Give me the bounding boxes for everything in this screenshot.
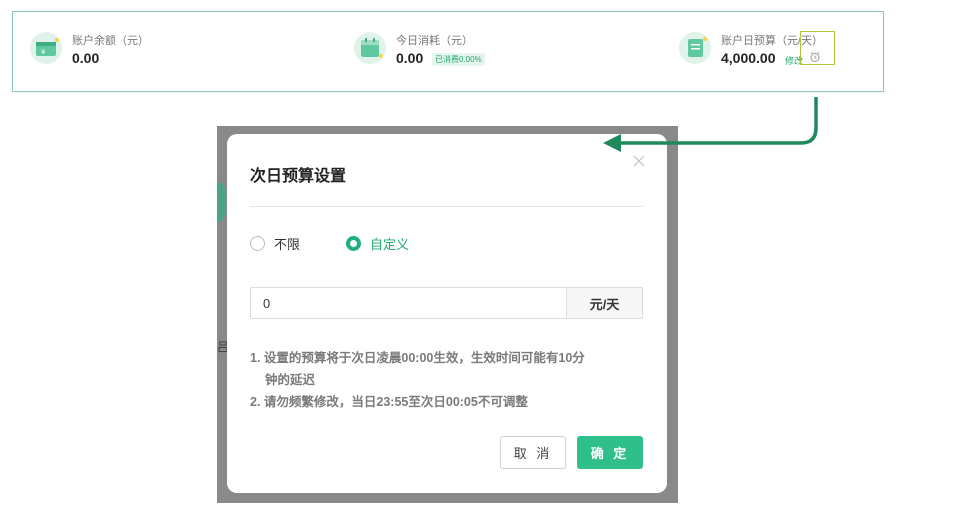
cancel-button[interactable]: 取 消 — [500, 436, 566, 469]
radio-unlimited-circle[interactable] — [250, 235, 265, 251]
dialog-title: 次日预算设置 — [250, 168, 347, 185]
radio-unlimited-label: 不限 — [274, 236, 301, 252]
account-stats-panel: ¥ 账户余额（元） 0.00 今日消耗（元） 0.00 已消费0.00% 账户日… — [12, 11, 884, 92]
budget-input-group: 元/天 — [250, 287, 643, 319]
consumed-percent-badge: 已消费0.00% — [432, 53, 485, 66]
balance-value: 0.00 — [72, 50, 100, 66]
balance-stat: ¥ 账户余额（元） 0.00 — [30, 30, 230, 74]
alarm-clock-icon[interactable] — [809, 51, 821, 63]
close-icon[interactable] — [632, 154, 646, 168]
budget-notes: 1. 设置的预算将于次日凌晨00:00生效，生效时间可能有10分 钟的延迟 2.… — [250, 347, 645, 413]
note-1: 1. 设置的预算将于次日凌晨00:00生效，生效时间可能有10分 — [250, 351, 585, 365]
calendar-icon — [354, 32, 386, 64]
radio-custom-label: 自定义 — [370, 236, 410, 252]
note-1-continued: 钟的延迟 — [265, 373, 316, 387]
budget-amount-input[interactable] — [251, 288, 566, 318]
unit-addon: 元/天 — [566, 288, 642, 318]
dialog-divider — [250, 206, 643, 207]
wallet-icon: ¥ — [30, 32, 62, 64]
note-2: 2. 请勿频繁修改，当日23:55至次日00:05不可调整 — [250, 395, 528, 409]
confirm-button[interactable]: 确 定 — [577, 436, 643, 469]
radio-custom-circle[interactable] — [346, 235, 361, 251]
today-consumption-value: 0.00 — [396, 50, 424, 66]
today-consumption-label: 今日消耗（元） — [396, 35, 473, 47]
daily-budget-value: 4,000.00 — [721, 50, 776, 66]
budget-book-icon — [679, 32, 711, 64]
daily-budget-stat: 账户日预算（元/天） 4,000.00 修改 — [679, 30, 879, 74]
svg-text:¥: ¥ — [41, 48, 46, 56]
backdrop-shape — [217, 182, 225, 222]
radio-unlimited[interactable]: 不限 — [250, 235, 301, 252]
radio-custom[interactable]: 自定义 — [346, 235, 410, 252]
next-day-budget-dialog: 次日预算设置 不限 自定义 元/天 1. 设置的预算将于次日凌晨00:00生效，… — [227, 134, 667, 493]
today-consumption-stat: 今日消耗（元） 0.00 已消费0.00% — [354, 30, 574, 74]
balance-label: 账户余额（元） — [72, 35, 149, 47]
